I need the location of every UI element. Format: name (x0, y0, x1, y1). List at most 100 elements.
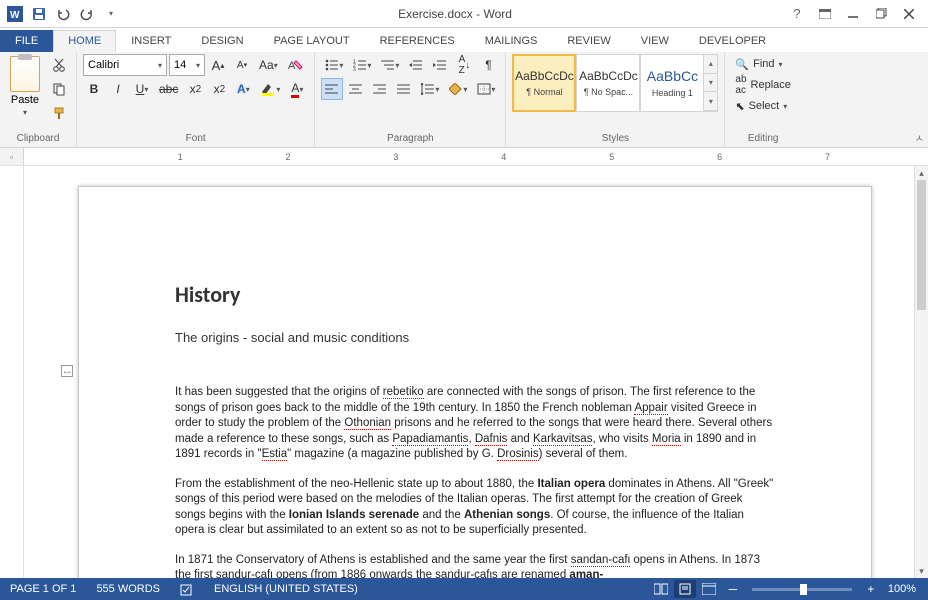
horizontal-ruler[interactable]: 1 2 3 4 5 6 7 (24, 148, 928, 165)
clear-formatting-button[interactable]: A (284, 54, 308, 76)
strikethrough-button[interactable]: abc (155, 78, 182, 100)
group-styles: AaBbCcDc¶ Normal AaBbCcDc¶ No Spac... Aa… (506, 52, 725, 147)
style-heading-1[interactable]: AaBbCcHeading 1 (640, 54, 704, 112)
tab-references[interactable]: REFERENCES (365, 30, 470, 52)
paste-button[interactable]: Paste ▾ (6, 54, 44, 119)
gallery-up-icon[interactable]: ▴ (704, 55, 717, 74)
redo-icon[interactable] (76, 3, 98, 25)
doc-paragraph: In 1871 the Conservatory of Athens is es… (175, 553, 775, 578)
tab-view[interactable]: VIEW (626, 30, 684, 52)
paste-label: Paste (11, 94, 39, 106)
italic-button[interactable]: I (107, 78, 129, 100)
group-label: Editing (731, 132, 794, 147)
window-controls: ? (784, 3, 928, 25)
align-left-button[interactable] (321, 78, 343, 100)
qat-customize-icon[interactable]: ▾ (100, 3, 122, 25)
show-marks-button[interactable]: ¶ (477, 54, 499, 76)
zoom-level[interactable]: 100% (884, 583, 920, 595)
bold-button[interactable]: B (83, 78, 105, 100)
doc-heading-2: The origins - social and music condition… (175, 330, 775, 345)
document-area[interactable]: ↔ History The origins - social and music… (0, 166, 914, 578)
vertical-scrollbar[interactable]: ▴ ▾ (914, 166, 928, 578)
tab-design[interactable]: DESIGN (186, 30, 258, 52)
tab-home[interactable]: HOME (53, 30, 116, 52)
numbering-button[interactable]: 123▾ (349, 54, 375, 76)
read-mode-icon[interactable] (650, 580, 672, 598)
restore-icon[interactable] (868, 3, 894, 25)
font-name-combo[interactable]: Calibri▾ (83, 54, 167, 76)
font-color-button[interactable]: A▾ (286, 78, 308, 100)
zoom-slider[interactable] (752, 588, 852, 591)
group-label: Font (83, 132, 308, 147)
justify-button[interactable] (393, 78, 415, 100)
web-layout-icon[interactable] (698, 580, 720, 598)
gallery-down-icon[interactable]: ▾ (704, 74, 717, 93)
zoom-in-icon[interactable]: + (860, 580, 882, 598)
group-clipboard: Paste ▾ Clipboard (0, 52, 77, 147)
status-page[interactable]: PAGE 1 OF 1 (0, 578, 86, 600)
undo-icon[interactable] (52, 3, 74, 25)
style-normal[interactable]: AaBbCcDc¶ Normal (512, 54, 576, 112)
tab-mailings[interactable]: MAILINGS (470, 30, 553, 52)
save-icon[interactable] (28, 3, 50, 25)
gallery-more-icon[interactable]: ▾ (704, 92, 717, 111)
minimize-icon[interactable] (840, 3, 866, 25)
copy-button[interactable] (48, 78, 70, 100)
replace-button[interactable]: abacReplace (731, 75, 794, 95)
tab-developer[interactable]: DEVELOPER (684, 30, 781, 52)
borders-button[interactable]: ▾ (473, 78, 499, 100)
decrease-indent-button[interactable] (405, 54, 427, 76)
align-center-button[interactable] (345, 78, 367, 100)
superscript-button[interactable]: x2 (208, 78, 230, 100)
select-button[interactable]: ⬉Select▾ (731, 96, 794, 116)
close-icon[interactable] (896, 3, 922, 25)
text-effects-button[interactable]: A▾ (232, 78, 254, 100)
help-icon[interactable]: ? (784, 3, 810, 25)
zoom-out-icon[interactable]: ─ (722, 580, 744, 598)
scroll-down-icon[interactable]: ▾ (915, 564, 928, 578)
page[interactable]: ↔ History The origins - social and music… (78, 186, 872, 578)
ribbon-display-icon[interactable] (812, 3, 838, 25)
subscript-button[interactable]: x2 (184, 78, 206, 100)
highlight-button[interactable]: ▾ (256, 78, 284, 100)
sort-button[interactable]: AZ↓ (453, 54, 475, 76)
scrollbar-thumb[interactable] (917, 180, 926, 310)
collapse-ribbon-icon[interactable]: ㅅ (915, 130, 924, 145)
print-layout-icon[interactable] (674, 580, 696, 598)
vertical-ruler[interactable] (0, 166, 24, 578)
tab-file[interactable]: FILE (0, 30, 53, 52)
find-button[interactable]: 🔍Find▾ (731, 54, 794, 74)
svg-text:3: 3 (353, 67, 356, 71)
change-case-button[interactable]: Aa▾ (255, 54, 282, 76)
group-font: Calibri▾ 14▾ A▴ A▾ Aa▾ A B I U▾ abc x2 x… (77, 52, 315, 147)
replace-icon: abac (735, 74, 746, 96)
tab-review[interactable]: REVIEW (552, 30, 625, 52)
format-painter-button[interactable] (48, 102, 70, 124)
group-paragraph: ▾ 123▾ ▾ AZ↓ ¶ ▾ ▾ ▾ Paragraph (315, 52, 506, 147)
zoom-thumb[interactable] (800, 584, 807, 595)
shrink-font-button[interactable]: A▾ (231, 54, 253, 76)
multilevel-list-button[interactable]: ▾ (377, 54, 403, 76)
scroll-up-icon[interactable]: ▴ (915, 166, 928, 180)
cut-button[interactable] (48, 54, 70, 76)
align-right-button[interactable] (369, 78, 391, 100)
line-spacing-button[interactable]: ▾ (417, 78, 443, 100)
font-size-value: 14 (174, 59, 186, 71)
ruler-corner[interactable]: ▫ (0, 148, 24, 165)
tab-insert[interactable]: INSERT (116, 30, 186, 52)
status-words[interactable]: 555 WORDS (86, 578, 170, 600)
grow-font-button[interactable]: A▴ (207, 54, 229, 76)
group-editing: 🔍Find▾ abacReplace ⬉Select▾ Editing (725, 52, 800, 147)
increase-indent-button[interactable] (429, 54, 451, 76)
underline-button[interactable]: U▾ (131, 78, 153, 100)
status-language[interactable]: ENGLISH (UNITED STATES) (204, 578, 368, 600)
status-proofing-icon[interactable] (170, 578, 204, 600)
tab-page-layout[interactable]: PAGE LAYOUT (259, 30, 365, 52)
font-size-combo[interactable]: 14▾ (169, 54, 205, 76)
svg-text:W: W (10, 10, 20, 21)
style-no-spacing[interactable]: AaBbCcDc¶ No Spac... (576, 54, 640, 112)
doc-heading-1: History (175, 281, 775, 308)
word-app-icon[interactable]: W (4, 3, 26, 25)
bullets-button[interactable]: ▾ (321, 54, 347, 76)
shading-button[interactable]: ▾ (445, 78, 471, 100)
